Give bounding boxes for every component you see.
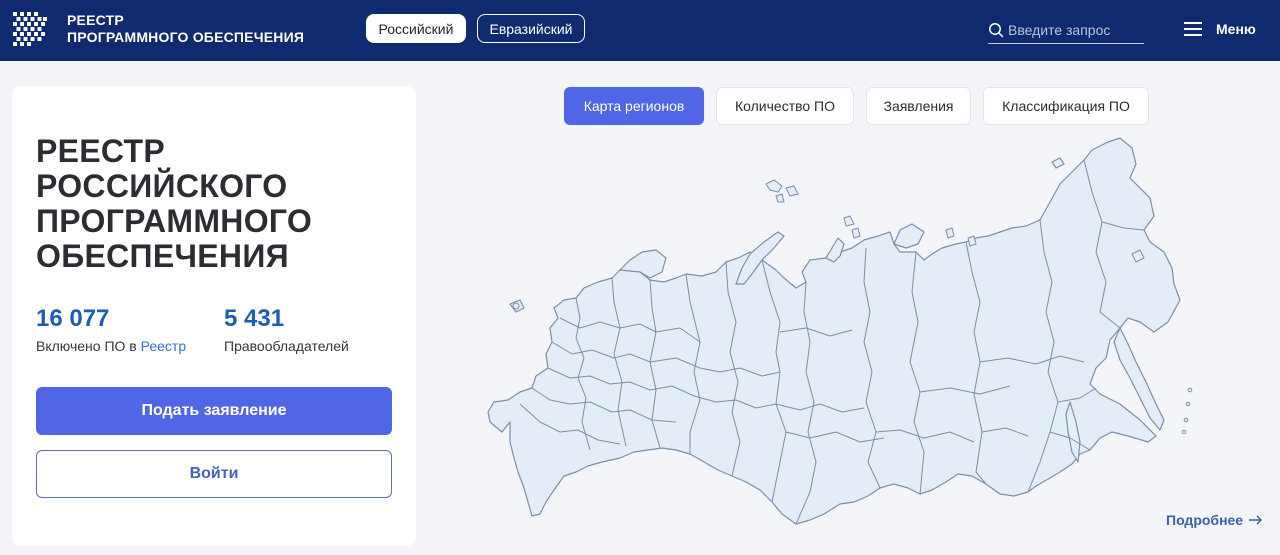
page-title: РЕЕСТР РОССИЙСКОГО ПРОГРАММНОГО ОБЕСПЕЧЕ…	[36, 134, 312, 274]
search-icon[interactable]	[988, 22, 1004, 38]
russia-regions-map[interactable]	[480, 132, 1200, 532]
stat-software-value: 16 077	[36, 305, 110, 332]
map-wrangel[interactable]	[1051, 157, 1065, 169]
title-line-4: ОБЕСПЕЧЕНИЯ	[36, 238, 289, 274]
more-link-label: Подробнее	[1166, 512, 1244, 528]
tab-regions-map[interactable]: Карта регионов	[564, 87, 704, 125]
tab-eurasian[interactable]: Евразийский	[477, 14, 585, 43]
tab-russian[interactable]: Российский	[366, 14, 466, 43]
stat-rightholders-count: 5 431 Правообладателей	[224, 304, 349, 354]
menu-label: Меню	[1216, 21, 1256, 37]
stat-software-label: Включено ПО в Реестр	[36, 338, 186, 354]
stat-software-count: 16 077 Включено ПО в Реестр	[36, 304, 186, 354]
tab-applications[interactable]: Заявления	[866, 87, 971, 125]
logo-text[interactable]: РЕЕСТР ПРОГРАММНОГО ОБЕСПЕЧЕНИЯ	[67, 12, 304, 46]
more-link[interactable]: Подробнее	[1166, 512, 1263, 528]
registry-link[interactable]: Реестр	[141, 338, 187, 354]
logo-line-1: РЕЕСТР	[67, 12, 124, 28]
stat-software-label-text: Включено ПО в	[36, 338, 141, 354]
hamburger-menu-icon	[1184, 22, 1202, 36]
title-line-3: ПРОГРАММНОГО	[36, 203, 313, 239]
map-taymyr[interactable]	[893, 223, 925, 249]
registry-card: РЕЕСТР РОССИЙСКОГО ПРОГРАММНОГО ОБЕСПЕЧЕ…	[12, 86, 416, 546]
logo-icon[interactable]	[12, 11, 48, 47]
logo-line-2: ПРОГРАММНОГО ОБЕСПЕЧЕНИЯ	[67, 29, 305, 45]
title-line-1: РЕЕСТР	[36, 133, 166, 169]
tab-software-classification[interactable]: Классификация ПО	[983, 87, 1149, 125]
arrow-right-icon	[1249, 515, 1263, 525]
stat-rightholders-label: Правообладателей	[224, 338, 349, 354]
tab-software-count[interactable]: Количество ПО	[716, 87, 854, 125]
title-line-2: РОССИЙСКОГО	[36, 168, 288, 204]
top-header: РЕЕСТР ПРОГРАММНОГО ОБЕСПЕЧЕНИЯ Российск…	[0, 0, 1280, 61]
search-input[interactable]	[1008, 21, 1140, 38]
stat-rightholders-value: 5 431	[224, 305, 285, 332]
submit-application-button[interactable]: Подать заявление	[36, 387, 392, 435]
map-mainland[interactable]	[487, 137, 1181, 525]
search-field[interactable]	[988, 16, 1144, 44]
login-button[interactable]: Войти	[36, 450, 392, 498]
menu-button[interactable]: Меню	[1184, 18, 1256, 40]
